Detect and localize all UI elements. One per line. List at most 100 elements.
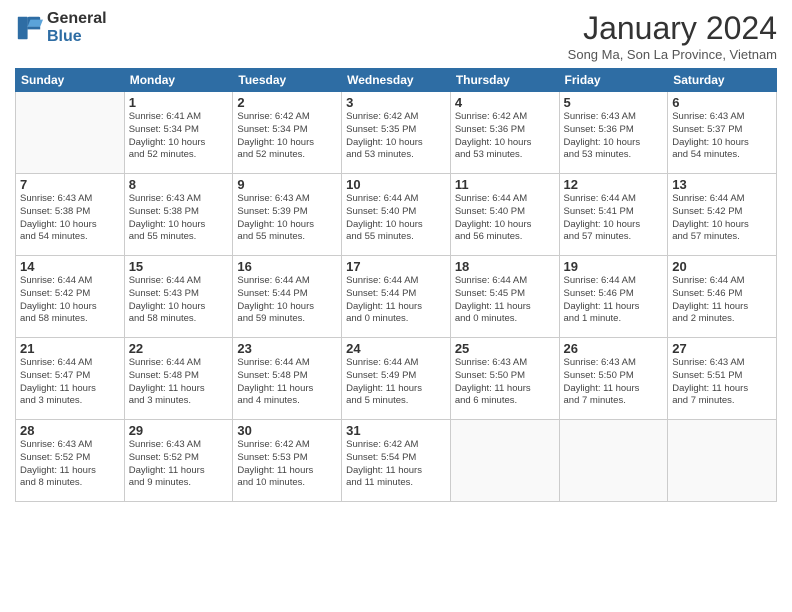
header-friday: Friday — [559, 69, 668, 92]
table-row: 25Sunrise: 6:43 AM Sunset: 5:50 PM Dayli… — [450, 338, 559, 420]
day-info: Sunrise: 6:43 AM Sunset: 5:50 PM Dayligh… — [455, 357, 555, 408]
calendar-week-row: 21Sunrise: 6:44 AM Sunset: 5:47 PM Dayli… — [16, 338, 777, 420]
table-row: 20Sunrise: 6:44 AM Sunset: 5:46 PM Dayli… — [668, 256, 777, 338]
table-row — [559, 420, 668, 502]
day-number: 5 — [564, 95, 664, 110]
header-thursday: Thursday — [450, 69, 559, 92]
table-row: 13Sunrise: 6:44 AM Sunset: 5:42 PM Dayli… — [668, 174, 777, 256]
month-title: January 2024 — [568, 10, 777, 47]
day-number: 26 — [564, 341, 664, 356]
day-info: Sunrise: 6:44 AM Sunset: 5:47 PM Dayligh… — [20, 357, 120, 408]
day-number: 14 — [20, 259, 120, 274]
day-info: Sunrise: 6:42 AM Sunset: 5:36 PM Dayligh… — [455, 111, 555, 162]
day-info: Sunrise: 6:43 AM Sunset: 5:51 PM Dayligh… — [672, 357, 772, 408]
day-number: 18 — [455, 259, 555, 274]
table-row: 8Sunrise: 6:43 AM Sunset: 5:38 PM Daylig… — [124, 174, 233, 256]
day-number: 3 — [346, 95, 446, 110]
calendar-week-row: 28 Sunrise: 6:43 AM Sunset: 5:52 PM Dayli… — [16, 420, 777, 502]
table-row: 26Sunrise: 6:43 AM Sunset: 5:50 PM Dayli… — [559, 338, 668, 420]
day-number: 1 — [129, 95, 229, 110]
header-saturday: Saturday — [668, 69, 777, 92]
logo-icon — [15, 14, 43, 42]
day-info: Sunrise: 6:44 AM Sunset: 5:48 PM Dayligh… — [237, 357, 337, 408]
day-number: 30 — [237, 423, 337, 438]
table-row: 16Sunrise: 6:44 AM Sunset: 5:44 PM Dayli… — [233, 256, 342, 338]
table-row: 9Sunrise: 6:43 AM Sunset: 5:39 PM Daylig… — [233, 174, 342, 256]
table-row — [668, 420, 777, 502]
day-info: Sunrise: 6:42 AM Sunset: 5:35 PM Dayligh… — [346, 111, 446, 162]
table-row: 31Sunrise: 6:42 AM Sunset: 5:54 PM Dayli… — [342, 420, 451, 502]
day-info: Sunrise: 6:44 AM Sunset: 5:40 PM Dayligh… — [455, 193, 555, 244]
table-row: 15Sunrise: 6:44 AM Sunset: 5:43 PM Dayli… — [124, 256, 233, 338]
day-info: Sunrise: 6:43 AM Sunset: 5:36 PM Dayligh… — [564, 111, 664, 162]
day-number: 19 — [564, 259, 664, 274]
day-info: Sunrise: 6:43 AM Sunset: 5:37 PM Dayligh… — [672, 111, 772, 162]
day-number: 8 — [129, 177, 229, 192]
table-row: 2Sunrise: 6:42 AM Sunset: 5:34 PM Daylig… — [233, 92, 342, 174]
table-row: 4Sunrise: 6:42 AM Sunset: 5:36 PM Daylig… — [450, 92, 559, 174]
calendar-table: Sunday Monday Tuesday Wednesday Thursday… — [15, 68, 777, 502]
table-row: 27Sunrise: 6:43 AM Sunset: 5:51 PM Dayli… — [668, 338, 777, 420]
day-info: Sunrise: 6:44 AM Sunset: 5:46 PM Dayligh… — [672, 275, 772, 326]
table-row: 19Sunrise: 6:44 AM Sunset: 5:46 PM Dayli… — [559, 256, 668, 338]
day-info: Sunrise: 6:42 AM Sunset: 5:54 PM Dayligh… — [346, 439, 446, 490]
table-row: 3Sunrise: 6:42 AM Sunset: 5:35 PM Daylig… — [342, 92, 451, 174]
title-block: January 2024 Song Ma, Son La Province, V… — [568, 10, 777, 62]
day-info: Sunrise: 6:42 AM Sunset: 5:34 PM Dayligh… — [237, 111, 337, 162]
day-info: Sunrise: 6:44 AM Sunset: 5:40 PM Dayligh… — [346, 193, 446, 244]
day-info: Sunrise: 6:44 AM Sunset: 5:49 PM Dayligh… — [346, 357, 446, 408]
day-number: 23 — [237, 341, 337, 356]
table-row: 21Sunrise: 6:44 AM Sunset: 5:47 PM Dayli… — [16, 338, 125, 420]
table-row: 29Sunrise: 6:43 AM Sunset: 5:52 PM Dayli… — [124, 420, 233, 502]
day-number: 31 — [346, 423, 446, 438]
logo-blue-text: Blue — [47, 28, 107, 46]
day-number: 16 — [237, 259, 337, 274]
day-info: Sunrise: 6:43 AM Sunset: 5:38 PM Dayligh… — [20, 193, 120, 244]
day-number: 25 — [455, 341, 555, 356]
logo-general-text: General — [47, 10, 107, 28]
day-info: Sunrise: 6:41 AM Sunset: 5:34 PM Dayligh… — [129, 111, 229, 162]
day-info: Sunrise: 6:44 AM Sunset: 5:48 PM Dayligh… — [129, 357, 229, 408]
table-row — [16, 92, 125, 174]
day-info: Sunrise: 6:43 AM Sunset: 5:50 PM Dayligh… — [564, 357, 664, 408]
day-number: 22 — [129, 341, 229, 356]
day-number: 12 — [564, 177, 664, 192]
header-wednesday: Wednesday — [342, 69, 451, 92]
calendar-week-row: 1Sunrise: 6:41 AM Sunset: 5:34 PM Daylig… — [16, 92, 777, 174]
day-info: Sunrise: 6:44 AM Sunset: 5:45 PM Dayligh… — [455, 275, 555, 326]
day-info: Sunrise: 6:43 AM Sunset: 5:52 PM Dayligh… — [129, 439, 229, 490]
header-sunday: Sunday — [16, 69, 125, 92]
day-info: Sunrise: 6:44 AM Sunset: 5:42 PM Dayligh… — [20, 275, 120, 326]
table-row: 5Sunrise: 6:43 AM Sunset: 5:36 PM Daylig… — [559, 92, 668, 174]
day-number: 27 — [672, 341, 772, 356]
day-info: Sunrise: 6:44 AM Sunset: 5:46 PM Dayligh… — [564, 275, 664, 326]
logo-text: General Blue — [47, 10, 107, 45]
day-info: Sunrise: 6:44 AM Sunset: 5:44 PM Dayligh… — [346, 275, 446, 326]
table-row: 11Sunrise: 6:44 AM Sunset: 5:40 PM Dayli… — [450, 174, 559, 256]
day-number: 11 — [455, 177, 555, 192]
day-info: Sunrise: 6:44 AM Sunset: 5:41 PM Dayligh… — [564, 193, 664, 244]
table-row: 1Sunrise: 6:41 AM Sunset: 5:34 PM Daylig… — [124, 92, 233, 174]
table-row: 22Sunrise: 6:44 AM Sunset: 5:48 PM Dayli… — [124, 338, 233, 420]
table-row — [450, 420, 559, 502]
day-number: 28 — [20, 423, 120, 438]
logo: General Blue — [15, 10, 107, 45]
table-row: 7Sunrise: 6:43 AM Sunset: 5:38 PM Daylig… — [16, 174, 125, 256]
calendar-week-row: 14Sunrise: 6:44 AM Sunset: 5:42 PM Dayli… — [16, 256, 777, 338]
day-number: 15 — [129, 259, 229, 274]
table-row: 30Sunrise: 6:42 AM Sunset: 5:53 PM Dayli… — [233, 420, 342, 502]
table-row: 18Sunrise: 6:44 AM Sunset: 5:45 PM Dayli… — [450, 256, 559, 338]
day-info: Sunrise: 6:43 AM Sunset: 5:38 PM Dayligh… — [129, 193, 229, 244]
table-row: 17Sunrise: 6:44 AM Sunset: 5:44 PM Dayli… — [342, 256, 451, 338]
day-number: 6 — [672, 95, 772, 110]
table-row: 6Sunrise: 6:43 AM Sunset: 5:37 PM Daylig… — [668, 92, 777, 174]
day-number: 20 — [672, 259, 772, 274]
table-row: 24Sunrise: 6:44 AM Sunset: 5:49 PM Dayli… — [342, 338, 451, 420]
calendar-week-row: 7Sunrise: 6:43 AM Sunset: 5:38 PM Daylig… — [16, 174, 777, 256]
location-subtitle: Song Ma, Son La Province, Vietnam — [568, 47, 777, 62]
day-number: 21 — [20, 341, 120, 356]
day-info: Sunrise: 6:43 AM Sunset: 5:39 PM Dayligh… — [237, 193, 337, 244]
day-number: 24 — [346, 341, 446, 356]
table-row: 28Sunrise: 6:43 AM Sunset: 5:52 PM Dayli… — [16, 420, 125, 502]
day-info: Sunrise: 6:42 AM Sunset: 5:53 PM Dayligh… — [237, 439, 337, 490]
